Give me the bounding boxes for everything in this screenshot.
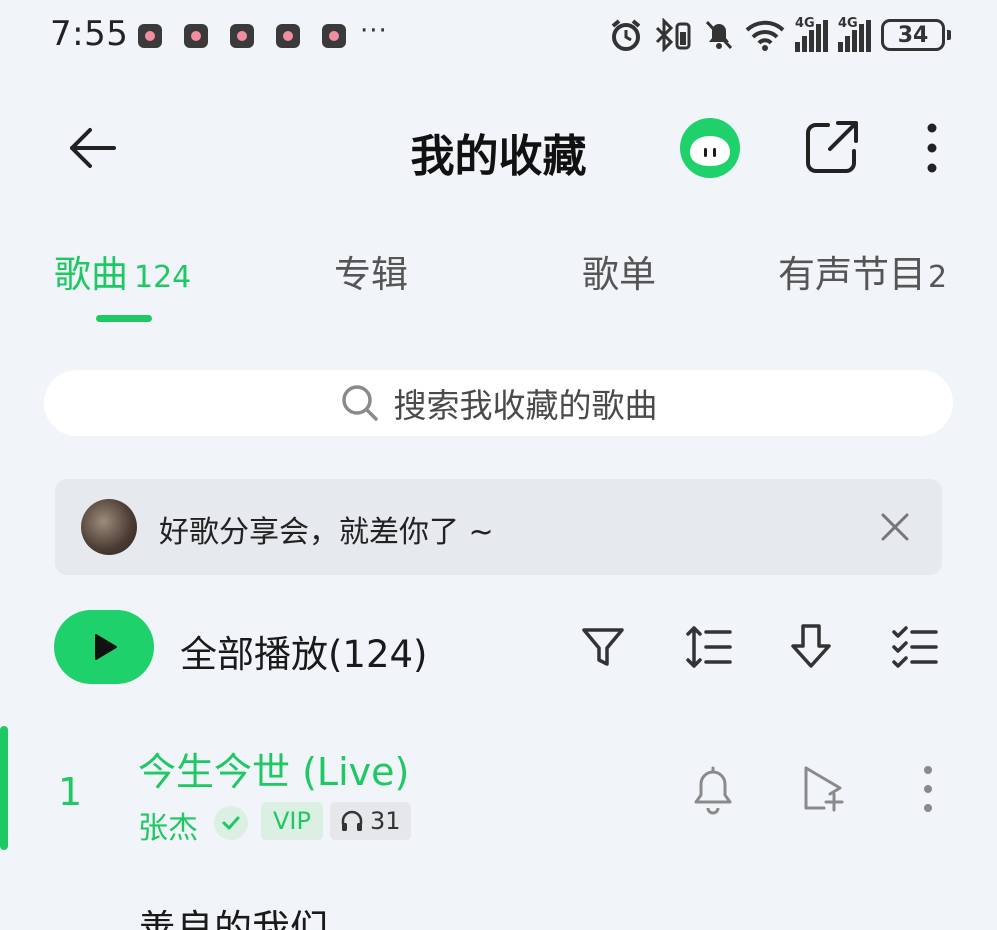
sort-icon[interactable] xyxy=(684,622,734,672)
app-notification-icon xyxy=(322,24,346,48)
avatar xyxy=(81,499,137,555)
tab-label: 歌单 xyxy=(582,253,656,296)
tab-albums[interactable]: 专辑 xyxy=(334,244,408,298)
filter-icon[interactable] xyxy=(578,622,628,672)
tab-label: 专辑 xyxy=(334,253,408,296)
song-title[interactable]: 善良的我们 xyxy=(138,898,328,930)
alarm-icon xyxy=(611,19,641,51)
tab-label: 有声节目 xyxy=(778,253,926,296)
app-notification-icon xyxy=(276,24,300,48)
search-input[interactable]: 搜索我收藏的歌曲 xyxy=(44,370,953,436)
play-all-button[interactable] xyxy=(54,610,154,684)
song-title[interactable]: 今生今世 (Live) xyxy=(138,741,409,796)
tab-playlists[interactable]: 歌单 xyxy=(582,244,656,298)
more-notifications: ··· xyxy=(360,16,388,46)
add-to-playlist-icon[interactable] xyxy=(800,762,850,816)
song-artist[interactable]: 张杰 xyxy=(138,803,198,847)
banner-text: 好歌分享会，就差你了 ~ xyxy=(159,515,494,550)
multi-select-icon[interactable] xyxy=(890,622,940,672)
tab-active-indicator xyxy=(96,315,152,322)
search-icon xyxy=(341,385,378,421)
app-notification-icon xyxy=(184,24,208,48)
network-type: 4G xyxy=(795,16,815,31)
network-type: 4G xyxy=(838,16,858,31)
notification-icons xyxy=(138,24,346,48)
listen-count: 31 xyxy=(370,807,401,835)
status-time: 7:55 xyxy=(50,14,129,54)
download-icon[interactable] xyxy=(786,622,836,672)
song-index: 1 xyxy=(58,770,83,814)
tab-count: 2 xyxy=(928,260,948,295)
app-notification-icon xyxy=(230,24,254,48)
signal-icon: 4G xyxy=(795,16,828,52)
play-icon xyxy=(95,634,117,660)
more-vertical-icon[interactable] xyxy=(906,762,950,816)
headphones-icon xyxy=(341,810,363,831)
mascot-face-icon xyxy=(690,136,730,166)
vip-badge: VIP xyxy=(261,802,323,840)
mute-icon xyxy=(705,20,733,50)
share-banner[interactable]: 好歌分享会，就差你了 ~ xyxy=(55,479,942,575)
battery-indicator: 34 xyxy=(881,19,951,51)
now-playing-indicator xyxy=(0,726,8,850)
system-icons: 4G 4G 34 xyxy=(609,16,951,52)
tab-audio-programs[interactable]: 有声节目2 xyxy=(778,244,947,298)
bell-icon[interactable] xyxy=(688,762,738,816)
signal-icon: 4G xyxy=(838,16,871,52)
play-all-label[interactable]: 全部播放(124) xyxy=(180,624,428,678)
app-notification-icon xyxy=(138,24,162,48)
listen-count-badge: 31 xyxy=(330,802,411,840)
mascot-icon[interactable] xyxy=(680,118,740,178)
tab-count: 124 xyxy=(134,260,192,295)
wifi-icon xyxy=(745,20,785,51)
share-icon[interactable] xyxy=(800,117,862,179)
more-vertical-icon[interactable] xyxy=(915,120,949,176)
verified-icon xyxy=(214,806,248,840)
tab-songs[interactable]: 歌曲 124 xyxy=(54,244,191,298)
tab-label: 歌曲 xyxy=(54,253,128,296)
bluetooth-icon xyxy=(655,18,691,52)
close-icon[interactable] xyxy=(877,509,913,545)
search-placeholder: 搜索我收藏的歌曲 xyxy=(393,386,658,425)
